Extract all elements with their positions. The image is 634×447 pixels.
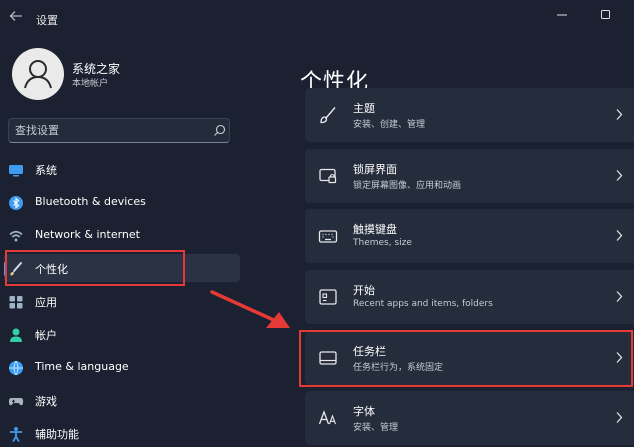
lock-screen-icon — [319, 168, 337, 184]
sidebar-item-time-language[interactable]: Time & language — [4, 353, 240, 381]
start-icon — [319, 289, 337, 305]
annotation-highlight-box — [299, 330, 633, 387]
chevron-right-icon — [616, 412, 623, 423]
card-title: 触摸键盘 — [353, 223, 397, 236]
card-title: 开始 — [353, 284, 375, 297]
minimize-icon[interactable] — [552, 6, 572, 24]
search-box[interactable] — [8, 118, 230, 143]
card-subtitle: Themes, size — [353, 238, 412, 248]
gamepad-icon — [8, 398, 24, 406]
font-icon — [318, 410, 337, 425]
settings-card-start[interactable]: 开始 Recent apps and items, folders — [305, 270, 634, 324]
maximize-icon[interactable] — [596, 6, 616, 24]
card-subtitle: Recent apps and items, folders — [353, 299, 493, 309]
settings-card-touch-keyboard[interactable]: 触摸键盘 Themes, size — [305, 209, 634, 263]
card-title: 主题 — [353, 102, 375, 115]
sidebar-item-label: 应用 — [35, 296, 57, 309]
sidebar-item-label: 游戏 — [35, 395, 57, 408]
sidebar-item-accessibility[interactable]: 辅助功能 — [4, 419, 240, 447]
annotation-highlight-box — [5, 250, 185, 286]
card-subtitle: 安装、创建、管理 — [353, 120, 426, 130]
settings-card-lock-screen[interactable]: 锁屏界面 锁定屏幕图像、应用和动画 — [305, 149, 634, 203]
brush-icon — [320, 107, 336, 124]
sidebar-item-apps[interactable]: 应用 — [4, 287, 240, 315]
card-title: 字体 — [353, 405, 375, 418]
sidebar-item-system[interactable]: 系统 — [4, 155, 240, 183]
user-account-type: 本地帐户 — [72, 79, 109, 89]
sidebar-item-accounts[interactable]: 帐户 — [4, 320, 240, 348]
keyboard-icon — [318, 230, 338, 243]
sidebar-item-label: Time & language — [35, 360, 129, 373]
accessibility-icon — [9, 427, 23, 442]
person-icon — [24, 60, 52, 89]
monitor-icon — [9, 165, 23, 177]
settings-card-fonts[interactable]: 字体 安装、管理 — [305, 391, 634, 445]
card-title: 锁屏界面 — [353, 163, 397, 176]
sidebar-item-label: 辅助功能 — [35, 428, 79, 441]
sidebar-item-label: 帐户 — [35, 329, 57, 342]
globe-icon — [9, 360, 23, 376]
search-input[interactable] — [15, 122, 205, 139]
card-subtitle: 安装、管理 — [353, 423, 399, 433]
chevron-right-icon — [616, 230, 623, 241]
sidebar-item-label: Network & internet — [35, 228, 140, 241]
search-icon[interactable] — [213, 124, 226, 137]
sidebar-item-label: 系统 — [35, 164, 57, 177]
card-subtitle: 锁定屏幕图像、应用和动画 — [353, 181, 462, 191]
back-arrow-icon[interactable] — [9, 10, 23, 22]
bluetooth-icon — [9, 196, 23, 210]
avatar[interactable] — [12, 48, 64, 100]
chevron-right-icon — [616, 291, 623, 302]
settings-card-themes[interactable]: 主题 安装、创建、管理 — [305, 88, 634, 142]
sidebar-item-gaming[interactable]: 游戏 — [4, 386, 240, 414]
sidebar-item-label: Bluetooth & devices — [35, 195, 146, 208]
wifi-icon — [9, 230, 23, 242]
sidebar-item-bluetooth[interactable]: Bluetooth & devices — [4, 188, 240, 216]
user-name: 系统之家 — [72, 62, 121, 76]
chevron-right-icon — [616, 170, 623, 181]
apps-icon — [9, 296, 23, 309]
app-title: 设置 — [36, 14, 58, 27]
chevron-right-icon — [616, 109, 623, 120]
title-bar: 设置 — [0, 0, 634, 32]
account-icon — [10, 328, 22, 342]
sidebar-item-network[interactable]: Network & internet — [4, 221, 240, 249]
